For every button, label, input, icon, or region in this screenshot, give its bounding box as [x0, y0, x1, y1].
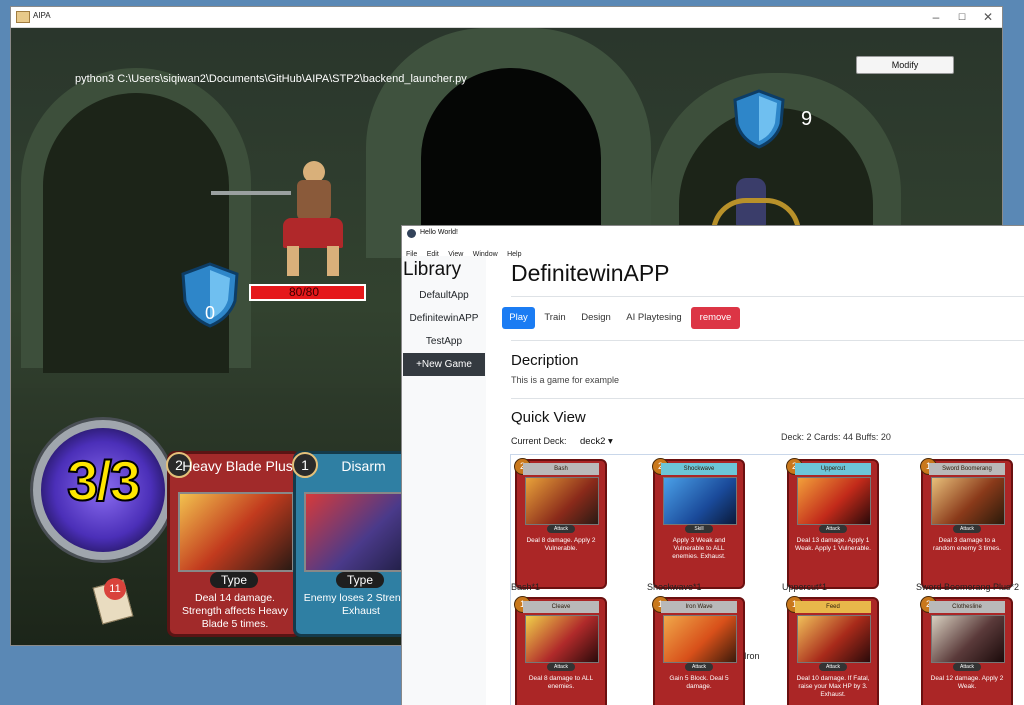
left-gate	[43, 93, 229, 373]
card-description: Apply 3 Weak and Vulnerable to ALL enemi…	[672, 537, 726, 560]
description-text: This is a game for example	[511, 375, 620, 385]
enemy-block-shield-icon	[733, 89, 785, 149]
player-leg-right	[327, 246, 339, 276]
card-art	[663, 477, 737, 525]
tab-design[interactable]: Design	[577, 307, 615, 329]
remove-button[interactable]: remove	[691, 307, 740, 329]
card-tile[interactable]: 1 Sword Boomerang Attack Deal 3 damage t…	[920, 458, 1013, 589]
card-name: Uppercut	[795, 463, 871, 475]
current-deck-dropdown[interactable]: deck2 ▾	[580, 436, 613, 447]
card-tile[interactable]: 2 Uppercut Attack Deal 13 damage. Apply …	[786, 458, 879, 589]
card-type: Type	[210, 572, 258, 588]
sidebar-item-testapp[interactable]: TestApp	[403, 331, 485, 353]
menu-help[interactable]: Help	[507, 251, 521, 258]
card-name: Bash	[523, 463, 599, 475]
enemy-block-value: 9	[801, 108, 813, 130]
card-tile[interactable]: 2 Clothesline Attack Deal 12 damage. App…	[920, 596, 1013, 705]
card-description: Deal 10 damage. If Fatal, raise your Max…	[796, 675, 870, 698]
sidebar-item-definitewinapp[interactable]: DefinitewinAPP	[403, 308, 485, 330]
card-name: Shockwave	[661, 463, 737, 475]
energy-text: 3/3	[66, 448, 142, 513]
card-art	[797, 477, 871, 525]
new-game-button[interactable]: +New Game	[403, 353, 485, 376]
card-type: Attack	[953, 525, 981, 533]
player-block-value: 0	[205, 303, 216, 323]
card-art	[525, 477, 599, 525]
card-type: Attack	[819, 663, 847, 671]
sidebar-item-defaultapp[interactable]: DefaultApp	[403, 285, 485, 307]
app-window: Hello World! File Edit View Window Help …	[401, 225, 1024, 705]
card-grid: 2 Bash Attack Deal 8 damage. Apply 2 Vul…	[510, 454, 1024, 705]
library-title: Library	[403, 259, 462, 280]
card-tile[interactable]: 2 Bash Attack Deal 8 damage. Apply 2 Vul…	[514, 458, 607, 589]
player-sword	[211, 191, 291, 195]
quick-view-heading: Quick View	[511, 409, 586, 426]
card-caption: Sword Boomerang Plus*2	[916, 582, 1020, 592]
current-deck-label: Current Deck:	[511, 436, 567, 446]
menu-bar: File Edit View Window Help	[402, 243, 1024, 258]
card-tile[interactable]: 2 Shockwave Skill Apply 3 Weak and Vulne…	[652, 458, 745, 589]
card-type: Attack	[953, 663, 981, 671]
card-type: Skill	[685, 525, 713, 533]
card-name: Iron Wave	[661, 601, 737, 613]
card-art	[525, 615, 599, 663]
card-description: Deal 8 damage. Apply 2 Vulnerable.	[526, 537, 596, 552]
card-type: Attack	[547, 663, 575, 671]
card-art	[931, 615, 1005, 663]
card-description: Deal 8 damage to ALL enemies.	[528, 675, 594, 690]
card-caption: Uppercut*1	[782, 582, 828, 592]
card-tile[interactable]: 1 Feed Attack Deal 10 damage. If Fatal, …	[786, 596, 879, 705]
minimize-icon[interactable]: –	[923, 8, 949, 26]
divider	[511, 296, 1024, 297]
app-window-title: Hello World!	[420, 229, 458, 236]
card-type: Attack	[547, 525, 575, 533]
maximize-icon[interactable]: ☐	[949, 8, 975, 26]
card-art	[797, 615, 871, 663]
tab-play[interactable]: Play	[502, 307, 535, 329]
card-name: Heavy Blade Plus	[182, 458, 293, 474]
card-art	[178, 492, 294, 572]
page-title: DefinitewinAPP	[511, 260, 670, 286]
card-description: Deal 13 damage. Apply 1 Weak. Apply 1 Vu…	[795, 537, 871, 552]
card-type: Attack	[685, 663, 713, 671]
divider	[511, 398, 1024, 399]
close-icon[interactable]: ✕	[975, 8, 1001, 26]
description-heading: Decription	[511, 352, 579, 369]
library-sidebar: Library DefaultApp DefinitewinAPP TestAp…	[402, 256, 486, 705]
card-name: Cleave	[523, 601, 599, 613]
app-window-titlebar: Hello World!	[402, 226, 1024, 242]
deck-info: Deck: 2 Cards: 44 Buffs: 20	[781, 432, 891, 442]
app-icon	[16, 11, 30, 23]
card-art	[663, 615, 737, 663]
tab-train[interactable]: Train	[538, 307, 572, 329]
card-description: Deal 3 damage to a random enemy 3 times.	[933, 537, 1001, 552]
hand-card[interactable]: 2 Heavy Blade Plus Type Deal 14 damage. …	[166, 451, 301, 637]
card-description: Deal 12 damage. Apply 2 Weak.	[930, 675, 1004, 690]
card-name: Clothesline	[929, 601, 1005, 613]
modify-button[interactable]: Modify	[856, 56, 954, 74]
command-line-text: python3 C:\Users\siqiwan2\Documents\GitH…	[75, 73, 467, 85]
divider	[511, 340, 1024, 341]
card-type: Attack	[819, 525, 847, 533]
player-hp-text: 80/80	[288, 285, 320, 299]
card-caption: Shockwave*1	[647, 582, 702, 592]
tab-ai-playtesting[interactable]: AI Playtesing	[621, 307, 687, 329]
card-name: Feed	[795, 601, 871, 613]
card-tile[interactable]: 1 Cleave Attack Deal 8 damage to ALL ene…	[514, 596, 607, 705]
player-body	[297, 180, 331, 220]
app-window-icon	[407, 229, 416, 238]
player-leg-left	[287, 246, 299, 276]
card-description: Gain 5 Block. Deal 5 damage.	[669, 675, 729, 690]
card-caption: Bash*1	[511, 582, 541, 592]
card-type: Type	[336, 572, 384, 588]
game-window-title: AIPA	[33, 11, 51, 20]
card-name: Sword Boomerang	[929, 463, 1005, 475]
card-art	[931, 477, 1005, 525]
card-side-label: Iron	[744, 651, 760, 661]
card-description: Deal 14 damage. Strength affects Heavy B…	[181, 592, 289, 630]
game-window-titlebar: AIPA – ☐ ✕	[11, 7, 1002, 28]
card-tile[interactable]: 1 Iron Wave Attack Gain 5 Block. Deal 5 …	[652, 596, 745, 705]
player-pants	[283, 218, 343, 248]
draw-pile-count: 11	[104, 578, 126, 600]
